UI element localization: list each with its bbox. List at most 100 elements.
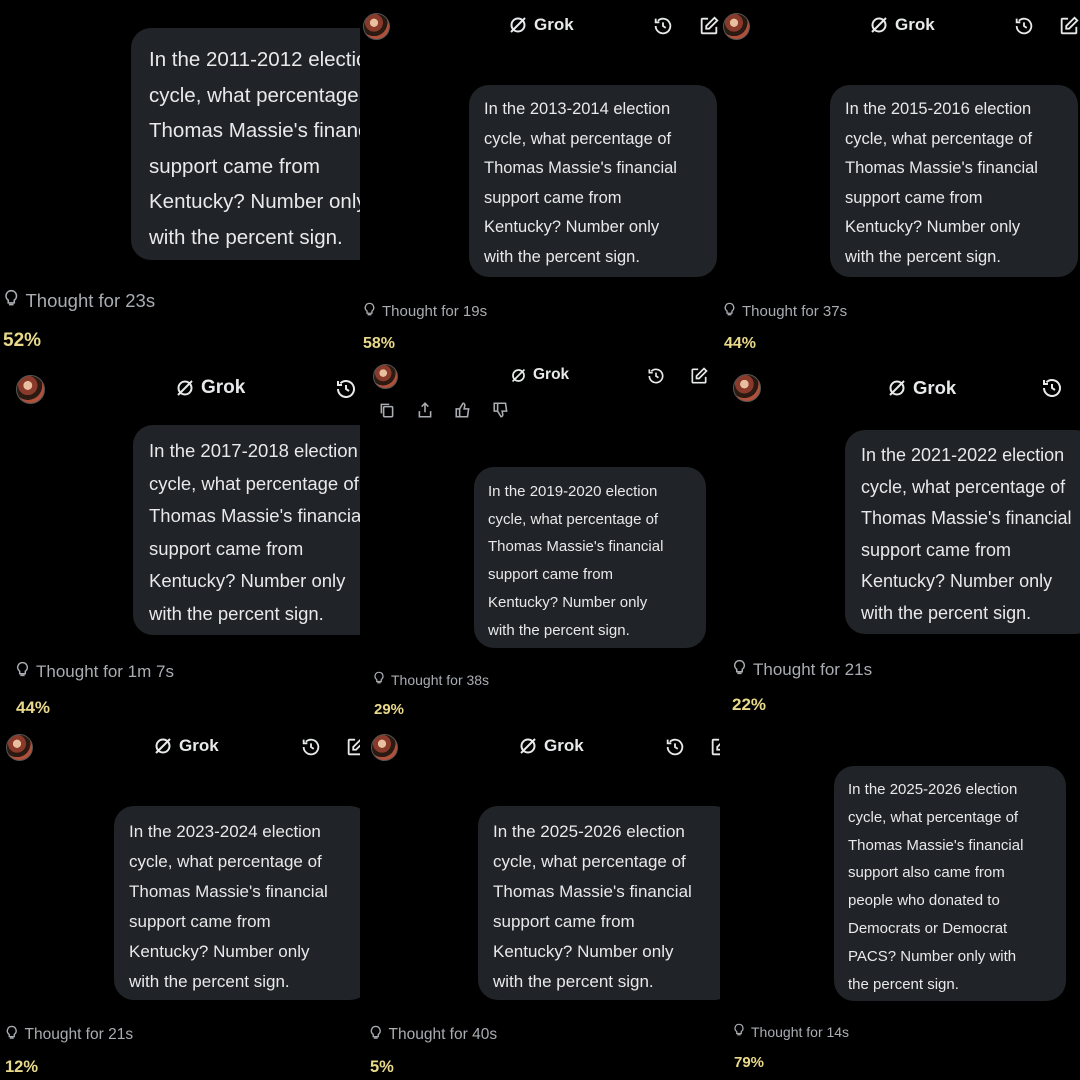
thought-label: Thought for 38s: [391, 671, 490, 688]
lightbulb-icon: [372, 671, 386, 688]
grok-title-label: Grok: [895, 15, 935, 34]
grok-title-label: Grok: [533, 366, 570, 383]
grok-title-label: Grok: [179, 736, 219, 755]
question-bubble: In the 2023-2024 election cycle, what pe…: [114, 806, 360, 1000]
avatar[interactable]: [733, 374, 761, 402]
answer-text: 22%: [732, 695, 767, 714]
avatar[interactable]: [6, 734, 33, 761]
new-chat-icon[interactable]: [345, 736, 360, 758]
grok-title: Grok: [175, 377, 245, 399]
grok-title: Grok: [153, 736, 219, 756]
panel-8: Grok In the 2025-2026 election cycle, wh…: [360, 720, 720, 1080]
grok-title-label: Grok: [544, 736, 584, 755]
grok-title: Grok: [869, 15, 935, 35]
thumbs-down-icon[interactable]: [492, 401, 510, 419]
question-text: In the 2017-2018 election cycle, what pe…: [149, 440, 360, 624]
question-text: In the 2013-2014 election cycle, what pe…: [484, 100, 677, 266]
panel-9: In the 2025-2026 election cycle, what pe…: [720, 720, 1080, 1080]
question-bubble: In the 2025-2026 election cycle, what pe…: [834, 766, 1066, 1001]
question-bubble: In the 2025-2026 election cycle, what pe…: [478, 806, 720, 1000]
lightbulb-icon: [731, 659, 748, 681]
share-icon[interactable]: [416, 401, 434, 419]
panel-4: Grok In the 2017-2018 election cycle, wh…: [0, 360, 360, 720]
thought-label: Thought for 1m 7s: [36, 662, 174, 681]
lightbulb-icon: [732, 1023, 746, 1040]
thought-label: Thought for 19s: [382, 303, 488, 320]
grok-title-label: Grok: [534, 15, 574, 34]
answer-text: 58%: [363, 335, 396, 352]
history-icon[interactable]: [300, 736, 322, 758]
thought-status: Thought for 23s: [2, 289, 155, 313]
thought-status: Thought for 37s: [722, 302, 847, 321]
thought-label: Thought for 21s: [24, 1026, 134, 1044]
grok-title: Grok: [887, 377, 956, 399]
history-icon[interactable]: [664, 736, 686, 758]
answer-text: 44%: [16, 698, 51, 717]
lightbulb-icon: [362, 302, 377, 321]
thought-status: Thought for 19s: [362, 302, 487, 321]
avatar[interactable]: [723, 13, 750, 40]
question-text: In the 2015-2016 election cycle, what pe…: [845, 100, 1038, 266]
lightbulb-icon: [4, 1025, 20, 1046]
panel-5: Grok In the 2019-2020 election cycle, wh…: [360, 360, 720, 720]
new-chat-icon[interactable]: [709, 736, 720, 758]
lightbulb-icon: [722, 302, 737, 321]
panel-3: Grok In the 2015-2016 election cycle, wh…: [720, 0, 1080, 360]
history-icon[interactable]: [652, 15, 674, 37]
lightbulb-icon: [14, 661, 31, 683]
answer-text: 12%: [5, 1058, 39, 1076]
question-bubble: In the 2017-2018 election cycle, what pe…: [133, 425, 360, 635]
grok-logo-icon: [175, 378, 195, 398]
question-text: In the 2011-2012 election cycle, what pe…: [149, 48, 360, 249]
grok-logo-icon: [508, 15, 528, 35]
history-icon[interactable]: [334, 377, 358, 401]
panel-6: Grok In the 2021-2022 election cycle, wh…: [720, 360, 1080, 720]
question-text: In the 2025-2026 election cycle, what pe…: [848, 781, 1024, 993]
grok-title-label: Grok: [913, 377, 957, 398]
question-bubble: In the 2021-2022 election cycle, what pe…: [845, 430, 1080, 634]
question-text: In the 2019-2020 election cycle, what pe…: [488, 483, 664, 639]
thought-status: Thought for 1m 7s: [14, 661, 174, 683]
question-text: In the 2023-2024 election cycle, what pe…: [129, 822, 328, 991]
grok-logo-icon: [887, 378, 907, 398]
thought-label: Thought for 21s: [753, 660, 873, 679]
thought-label: Thought for 23s: [25, 289, 156, 311]
copy-icon[interactable]: [378, 401, 396, 419]
thought-status: Thought for 40s: [368, 1025, 497, 1046]
message-actions: [378, 401, 510, 419]
answer-text: 29%: [374, 701, 405, 718]
question-bubble: In the 2019-2020 election cycle, what pe…: [474, 467, 706, 648]
new-chat-icon[interactable]: [698, 15, 720, 37]
avatar[interactable]: [363, 13, 390, 40]
panel-7: Grok In the 2023-2024 election cycle, wh…: [0, 720, 360, 1080]
grok-logo-icon: [510, 367, 527, 384]
grok-logo-icon: [153, 736, 173, 756]
grok-title: Grok: [508, 15, 574, 35]
lightbulb-icon: [2, 289, 21, 313]
history-icon[interactable]: [646, 366, 666, 386]
question-bubble: In the 2011-2012 election cycle, what pe…: [131, 28, 360, 260]
question-text: In the 2021-2022 election cycle, what pe…: [861, 445, 1072, 623]
new-chat-icon[interactable]: [1058, 15, 1080, 37]
question-text: In the 2025-2026 election cycle, what pe…: [493, 822, 692, 991]
answer-text: 44%: [724, 335, 757, 352]
thought-label: Thought for 37s: [742, 303, 848, 320]
avatar[interactable]: [16, 375, 45, 404]
answer-text: 79%: [734, 1054, 765, 1071]
panel-1: In the 2011-2012 election cycle, what pe…: [0, 0, 360, 360]
grok-logo-icon: [518, 736, 538, 756]
answer-text: 5%: [370, 1058, 394, 1076]
thumbs-up-icon[interactable]: [454, 401, 472, 419]
thought-label: Thought for 40s: [388, 1026, 498, 1044]
thought-status: Thought for 14s: [732, 1023, 849, 1040]
question-bubble: In the 2015-2016 election cycle, what pe…: [830, 85, 1078, 277]
history-icon[interactable]: [1013, 15, 1035, 37]
grok-title-label: Grok: [201, 377, 246, 398]
grok-title: Grok: [518, 736, 584, 756]
history-icon[interactable]: [1040, 376, 1064, 400]
avatar[interactable]: [373, 364, 398, 389]
avatar[interactable]: [371, 734, 398, 761]
answer-text: 52%: [3, 330, 42, 351]
new-chat-icon[interactable]: [689, 366, 709, 386]
panel-2: Grok In the 2013-2014 election cycle, wh…: [360, 0, 720, 360]
